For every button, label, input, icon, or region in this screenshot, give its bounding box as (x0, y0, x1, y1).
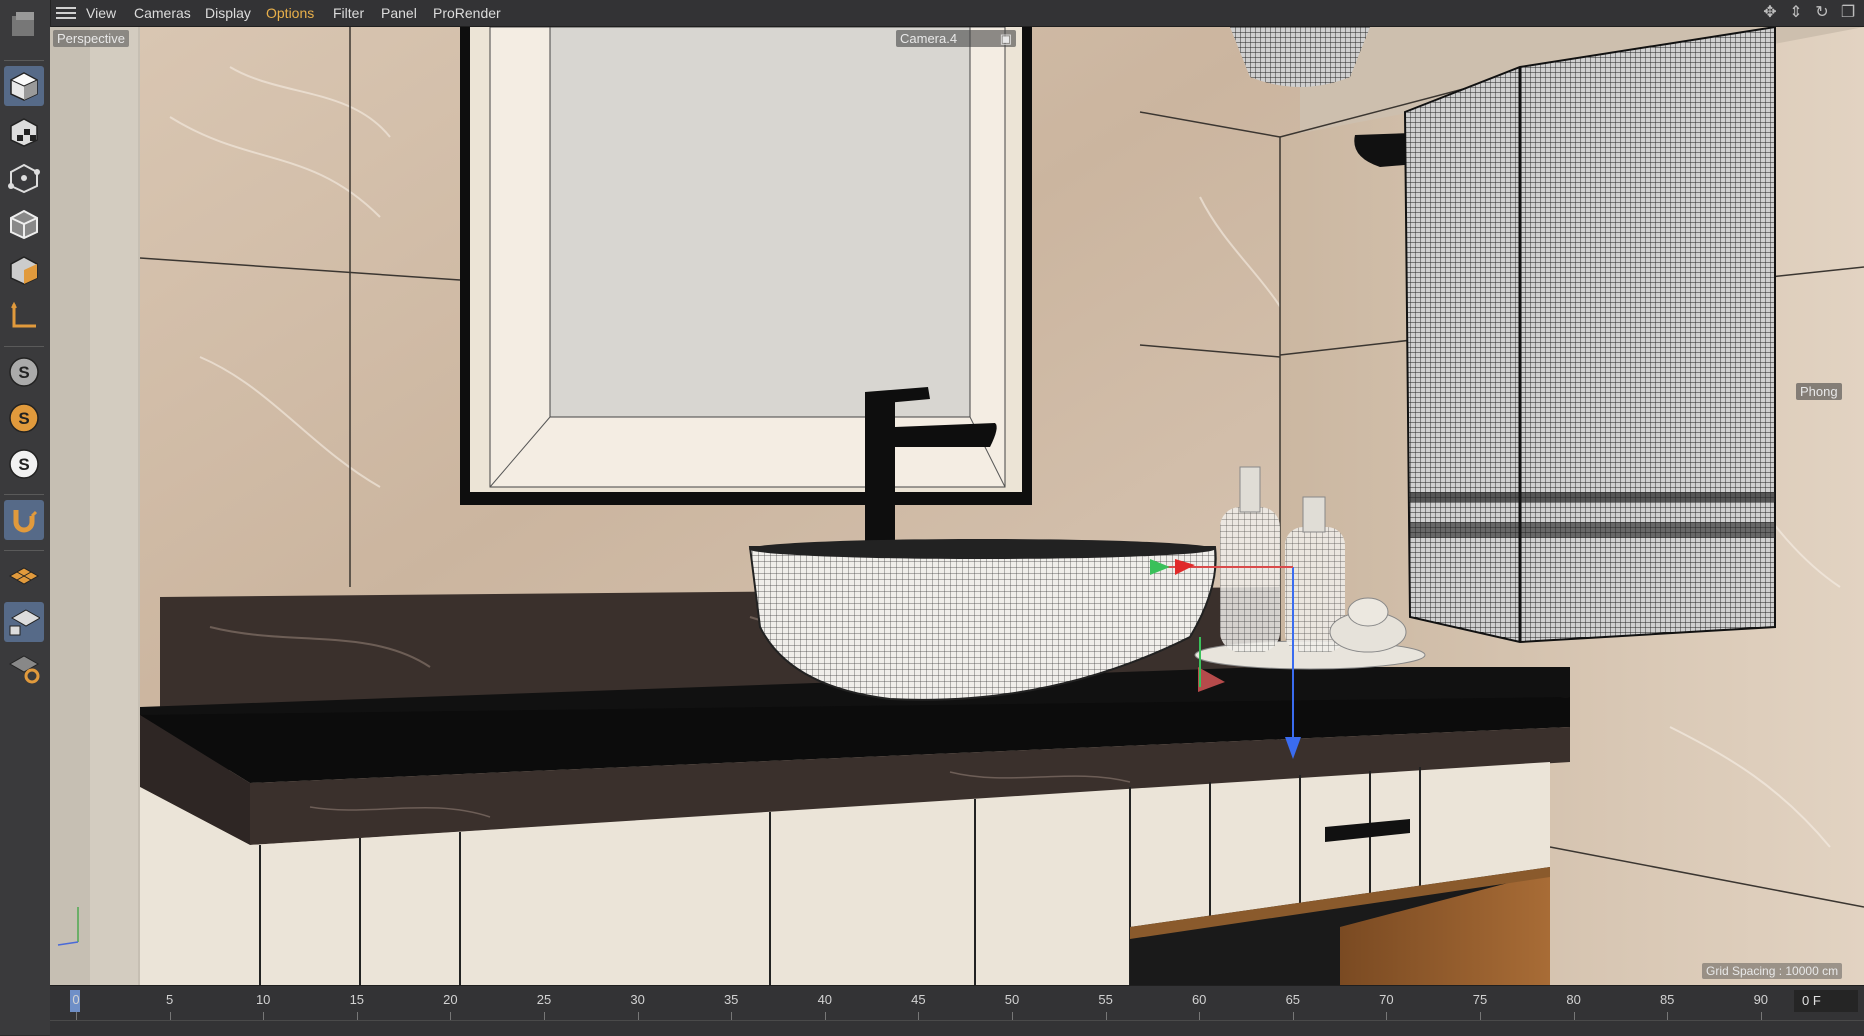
model-mode-icon[interactable] (4, 66, 44, 106)
workplane-snap-icon[interactable] (4, 648, 44, 688)
timeline-tick (544, 1012, 545, 1020)
timeline-tick-label: 90 (1753, 992, 1769, 1007)
timeline-tick (1292, 1012, 1294, 1020)
texture-mode-icon[interactable] (4, 112, 44, 152)
timeline-tick-label: 15 (349, 992, 365, 1007)
timeline-tick-label: 35 (723, 992, 739, 1007)
maximize-view-icon[interactable]: ❐ (1838, 3, 1858, 23)
menu-filter[interactable]: Filter (333, 0, 364, 26)
menu-view[interactable]: View (86, 0, 116, 26)
timeline-tick (356, 1012, 358, 1020)
timeline-tick (918, 1012, 920, 1020)
timeline-tick-label: 5 (165, 992, 174, 1007)
menu-options[interactable]: Options (266, 0, 314, 26)
timeline-tick-label: 10 (255, 992, 271, 1007)
menu-display[interactable]: Display (205, 0, 251, 26)
timeline-tick-label: 20 (443, 992, 458, 1007)
timeline-tick (1105, 1012, 1107, 1020)
timeline-tick-label: 25 (536, 992, 552, 1007)
hamburger-menu-icon[interactable] (56, 4, 76, 22)
projection-label[interactable]: Perspective (53, 30, 129, 47)
cinema4d-logo-icon[interactable] (4, 4, 44, 44)
magnet-icon[interactable] (4, 500, 44, 540)
menu-prorender[interactable]: ProRender (433, 0, 501, 26)
timeline-tick-label: 55 (1098, 992, 1113, 1007)
timeline-tick-label: 50 (1004, 992, 1020, 1007)
timeline-tick-label: 60 (1191, 992, 1207, 1007)
timeline-tick (1012, 1012, 1013, 1020)
svg-text:S: S (18, 455, 29, 474)
timeline-tick (450, 1012, 452, 1020)
left-toolbar: S S S (0, 0, 51, 1035)
polygons-mode-icon[interactable] (4, 250, 44, 290)
camera-icon: ▣ (999, 31, 1012, 46)
axis-mode-icon[interactable] (4, 296, 44, 336)
grid-spacing-label: Grid Spacing : 10000 cm (1702, 963, 1843, 979)
timeline-tick-label: 0 (72, 992, 80, 1007)
snap-s-white-icon[interactable]: S (4, 444, 44, 484)
svg-text:S: S (18, 409, 29, 428)
timeline-tick (1480, 1012, 1481, 1020)
timeline-tick (1386, 1012, 1388, 1020)
menu-bar: View Cameras Display Options Filter Pane… (0, 0, 1864, 27)
timeline-tick-label: 45 (911, 992, 926, 1007)
3d-viewport[interactable]: Perspective Camera.4 ▣ Phong Grid Spacin… (50, 27, 1864, 985)
rotate-view-icon[interactable]: ↻ (1812, 3, 1832, 23)
menu-panel[interactable]: Panel (381, 0, 417, 26)
move-view-icon[interactable]: ✥ (1760, 3, 1780, 23)
menu-cameras[interactable]: Cameras (134, 0, 191, 26)
timeline-tick-label: 65 (1285, 992, 1301, 1007)
shading-label[interactable]: Phong (1796, 383, 1842, 400)
snap-s-orange-icon[interactable]: S (4, 398, 44, 438)
timeline-tick (637, 1012, 639, 1020)
camera-label[interactable]: Camera.4 ▣ (896, 30, 1016, 47)
current-frame-field[interactable]: 0 F (1794, 990, 1858, 1012)
timeline-tick (263, 1012, 265, 1020)
edges-mode-icon[interactable] (4, 204, 44, 244)
svg-text:S: S (18, 363, 29, 382)
timeline-tick-label: 70 (1379, 992, 1394, 1007)
timeline-tick-label: 30 (630, 992, 645, 1007)
timeline-tick-label: 80 (1566, 992, 1581, 1007)
zoom-view-icon[interactable]: ⇕ (1786, 3, 1806, 23)
timeline[interactable]: 0 5 10 15 20 25 30 35 40 45 50 55 60 65 70 75 80 85 90 0 F (50, 985, 1864, 1036)
camera-name: Camera.4 (900, 31, 958, 46)
timeline-tick-label: 75 (1472, 992, 1488, 1007)
points-mode-icon[interactable] (4, 158, 44, 198)
timeline-tick (1573, 1012, 1575, 1020)
timeline-tick (1199, 1012, 1201, 1020)
timeline-tick-label: 85 (1659, 992, 1675, 1007)
workplane-lock-icon[interactable] (4, 602, 44, 642)
timeline-tick (731, 1012, 733, 1020)
timeline-tick (1667, 1012, 1669, 1020)
timeline-tick (76, 1012, 77, 1020)
timeline-tick (824, 1012, 826, 1020)
scene-render (50, 27, 1864, 985)
timeline-tick (169, 1012, 171, 1020)
snap-s-gray-icon[interactable]: S (4, 352, 44, 392)
timeline-tick-label: 40 (817, 992, 833, 1007)
timeline-tick (1760, 1012, 1762, 1020)
workplane-icon[interactable] (4, 556, 44, 596)
